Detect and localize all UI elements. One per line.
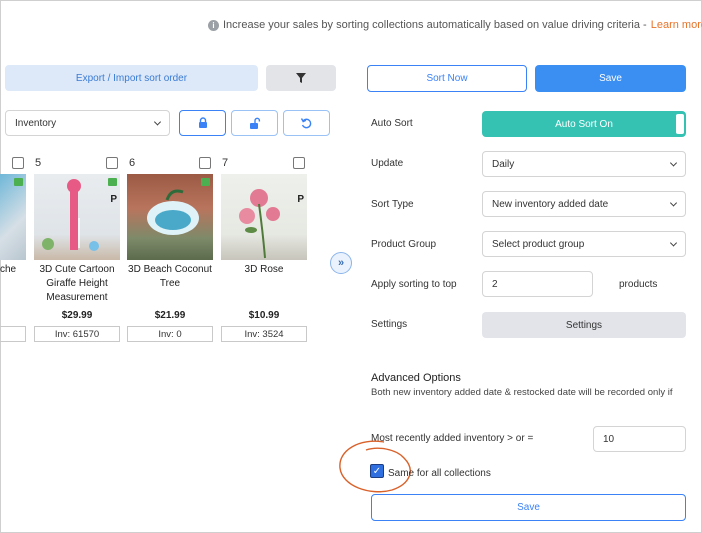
chevron-down-icon [669, 239, 678, 247]
apply-top-unit: products [619, 279, 658, 290]
lock-badge-icon [14, 178, 23, 186]
lock-icon [198, 117, 207, 128]
product-position: 5 [35, 157, 42, 169]
product-group-select[interactable]: Select product group [482, 231, 686, 257]
info-icon: i [208, 19, 219, 31]
product-image[interactable]: P [34, 174, 120, 260]
product-checkbox[interactable] [293, 157, 305, 169]
apply-top-label: Apply sorting to top [371, 279, 457, 290]
double-chevron-right-icon: » [337, 257, 345, 269]
advanced-save-button[interactable]: Save [371, 494, 686, 521]
pinned-badge: P [297, 194, 304, 205]
product-name: che [0, 264, 17, 275]
product-name: 3D Rose [244, 264, 284, 275]
toggle-knob [676, 114, 684, 134]
save-button[interactable]: Save [535, 65, 686, 92]
lock-button[interactable] [179, 110, 226, 136]
product-position: 6 [129, 157, 136, 169]
giraffe-image [42, 179, 99, 251]
auto-sort-label: Auto Sort [371, 118, 413, 129]
sort-type-select-value: New inventory added date [492, 198, 609, 210]
same-for-all-checkbox[interactable]: ✓ [370, 464, 384, 478]
product-checkbox[interactable] [199, 157, 211, 169]
chevron-down-icon [669, 199, 678, 207]
sort-type-select[interactable]: New inventory added date [482, 191, 686, 217]
inventory-select-value: Inventory [15, 117, 57, 129]
update-select[interactable]: Daily [482, 151, 686, 177]
settings-label: Settings [371, 319, 408, 330]
info-message: Increase your sales by sorting collectio… [223, 19, 647, 31]
chevron-down-icon [153, 118, 162, 126]
unlock-button[interactable] [231, 110, 278, 136]
expand-panel-button[interactable]: » [330, 252, 352, 274]
product-position: 7 [222, 157, 229, 169]
advanced-options-description: Both new inventory added date & restocke… [371, 387, 673, 398]
update-select-value: Daily [492, 158, 515, 170]
filter-button[interactable] [266, 65, 336, 91]
auto-sort-toggle-text: Auto Sort On [555, 118, 613, 130]
apply-top-input[interactable]: 2 [482, 271, 593, 297]
auto-sort-toggle[interactable]: Auto Sort On [482, 111, 686, 137]
info-banner: i Increase your sales by sorting collect… [208, 19, 702, 31]
lock-badge-icon [108, 178, 117, 186]
reset-button[interactable] [283, 110, 330, 136]
product-price: $10.99 [248, 310, 280, 321]
product-group-label: Product Group [371, 239, 437, 250]
learn-more-link[interactable]: Learn more [651, 19, 702, 31]
product-name: 3D Beach Coconut Tree [128, 264, 212, 289]
reset-icon [300, 117, 312, 128]
advanced-options-title: Advanced Options [371, 372, 461, 384]
inventory-count: Inv: 0 [127, 326, 213, 342]
inventory-select[interactable]: Inventory [5, 110, 170, 136]
product-image[interactable]: P [221, 174, 307, 260]
same-for-all-label: Same for all collections [388, 468, 491, 479]
pinned-badge: P [110, 194, 117, 205]
beach-tree-image [147, 189, 199, 235]
product-image[interactable] [0, 174, 26, 260]
rose-image [239, 189, 280, 259]
inventory-count: Inv: 3524 [221, 326, 307, 342]
update-label: Update [371, 158, 404, 169]
product-price: $21.99 [154, 310, 186, 321]
inventory-count: Inv: 61570 [34, 326, 120, 342]
unlock-icon [249, 117, 260, 129]
product-price: $29.99 [61, 310, 93, 321]
export-import-button[interactable]: Export / Import sort order [5, 65, 258, 91]
settings-button[interactable]: Settings [482, 312, 686, 338]
product-group-select-value: Select product group [492, 238, 585, 250]
sort-type-label: Sort Type [371, 199, 414, 210]
filter-icon [296, 73, 306, 83]
product-name: 3D Cute Cartoon Giraffe Height Measureme… [39, 264, 115, 303]
sort-now-button[interactable]: Sort Now [367, 65, 527, 92]
product-image[interactable] [127, 174, 213, 260]
recent-inventory-input[interactable]: 10 [593, 426, 686, 452]
chevron-down-icon [669, 159, 678, 167]
product-checkbox[interactable] [106, 157, 118, 169]
lock-badge-icon [201, 178, 210, 186]
product-checkbox[interactable] [12, 157, 24, 169]
checkmark-icon: ✓ [372, 465, 382, 477]
inventory-count [0, 326, 26, 342]
